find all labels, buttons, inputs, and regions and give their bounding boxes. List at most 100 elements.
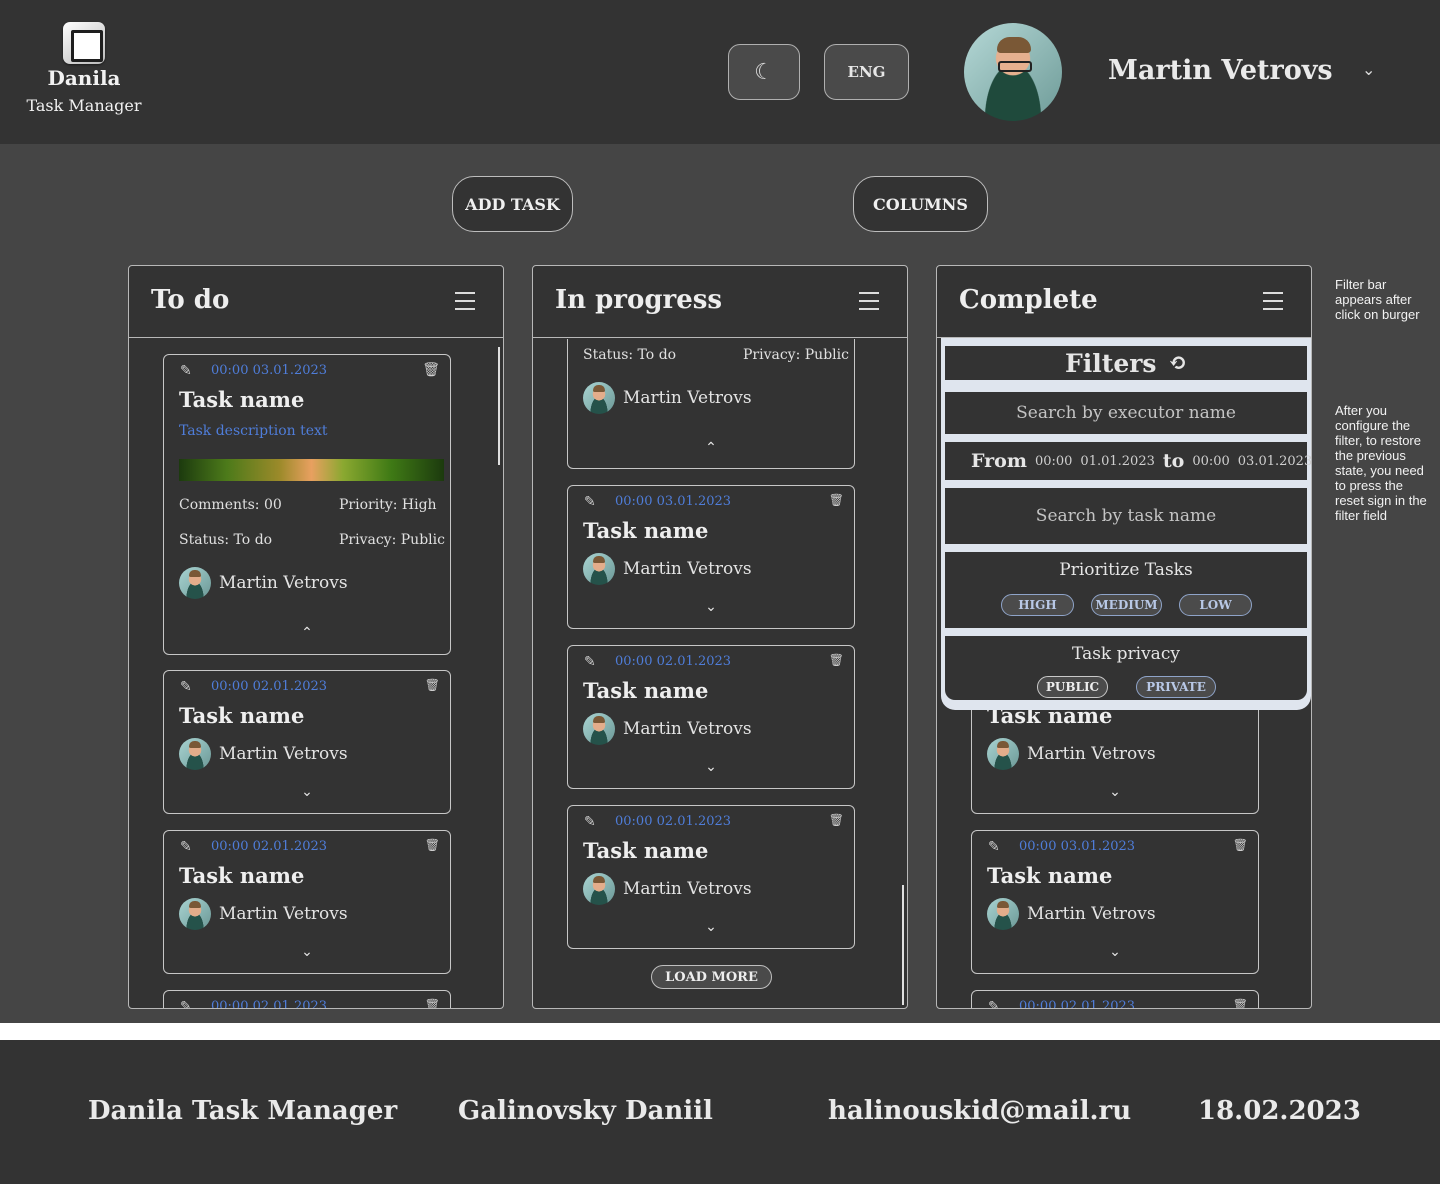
load-more-button[interactable]: LOAD MORE [651,965,772,989]
chevron-down-icon[interactable]: ⌄ [972,784,1258,800]
task-executor: Martin Vetrovs [179,738,348,770]
footer-date: 18.02.2023 [1198,1096,1361,1126]
avatar [179,738,211,770]
pencil-icon[interactable]: ✎ [584,814,596,830]
filter-title: Filters [1065,348,1157,378]
app-header: Danila Task Manager ☾ ENG Martin Vetrovs… [0,0,1440,144]
task-card-expanded[interactable]: Status: To do Privacy: Public Martin Vet… [567,339,855,469]
task-card[interactable]: ✎ 00:00 03.01.2023 🗑 Task name Martin Ve… [971,830,1259,974]
column-title: In progress [555,285,723,315]
user-avatar[interactable] [964,23,1062,121]
task-card[interactable]: ✎ 00:00 03.01.2023 🗑 Task name Martin Ve… [567,485,855,629]
task-card[interactable]: ✎ 00:00 02.01.2023 🗑 Task name Martin Ve… [567,805,855,949]
pencil-icon[interactable]: ✎ [988,839,1000,855]
priority-high-chip[interactable]: HIGH [1001,594,1074,616]
trash-icon[interactable]: 🗑 [829,813,844,827]
reset-icon[interactable]: ⟲ [1169,350,1187,376]
pencil-icon[interactable]: ✎ [988,999,1000,1008]
pencil-icon[interactable]: ✎ [180,999,192,1008]
task-card[interactable]: ✎ 00:00 02.01.2023 🗑 Task name Martin Ve… [163,830,451,974]
task-card-partial[interactable]: ✎ 00:00 02.01.2023 🗑 [163,990,451,1008]
filter-header: Filters ⟲ [945,346,1307,380]
task-image [179,459,444,481]
chevron-up-icon[interactable]: ⌃ [568,440,854,456]
task-title: Task name [583,838,709,863]
task-date: 00:00 03.01.2023 [211,363,328,378]
privacy-public-chip[interactable]: PUBLIC [1037,676,1108,698]
trash-icon[interactable]: 🗑 [829,653,844,667]
trash-icon[interactable]: 🗑 [425,678,440,692]
chevron-down-icon[interactable]: ⌄ [568,599,854,615]
to-label: to [1162,450,1185,472]
task-executor: Martin Vetrovs [987,898,1156,930]
trash-icon[interactable]: 🗑 [829,493,844,507]
trash-icon[interactable]: 🗑 [425,838,440,852]
task-date: 00:00 03.01.2023 [1019,839,1136,854]
to-time-input[interactable]: 00:00 [1192,454,1229,469]
column-title: To do [151,285,230,315]
priority-low-chip[interactable]: LOW [1179,594,1252,616]
column-in-progress: In progress Status: To do Privacy: Publi… [532,265,908,1009]
avatar [583,382,615,414]
pencil-icon[interactable]: ✎ [584,494,596,510]
footer-email[interactable]: halinouskid@mail.ru [828,1096,1131,1126]
column-title: Complete [959,285,1098,315]
task-title: Task name [583,678,709,703]
avatar [583,553,615,585]
burger-menu-icon[interactable] [455,292,475,310]
column-body: Status: To do Privacy: Public Martin Vet… [533,339,907,1008]
chevron-down-icon[interactable]: ⌄ [1362,60,1375,79]
task-executor: Martin Vetrovs [583,553,752,585]
from-time-input[interactable]: 00:00 [1035,454,1072,469]
task-privacy: Privacy: Public [743,347,849,363]
chevron-up-icon[interactable]: ⌃ [164,625,450,641]
avatar [179,898,211,930]
executor-name: Martin Vetrovs [219,573,348,593]
pencil-icon[interactable]: ✎ [180,363,192,379]
pencil-icon[interactable]: ✎ [180,679,192,695]
pencil-icon[interactable]: ✎ [180,839,192,855]
task-card-expanded[interactable]: ✎ 00:00 03.01.2023 🗑 Task name Task desc… [163,354,451,655]
executor-name: Martin Vetrovs [219,744,348,764]
privacy-private-chip[interactable]: PRIVATE [1136,676,1216,698]
priority-medium-chip[interactable]: MEDIUM [1091,594,1162,616]
columns-button[interactable]: COLUMNS [853,176,988,232]
scrollbar[interactable] [902,885,904,1005]
avatar [583,873,615,905]
chevron-down-icon[interactable]: ⌄ [164,944,450,960]
avatar [987,738,1019,770]
pencil-icon[interactable]: ✎ [584,654,596,670]
chevron-down-icon[interactable]: ⌄ [164,784,450,800]
task-executor: Martin Vetrovs [583,713,752,745]
burger-menu-icon[interactable] [1263,292,1283,310]
column-todo: To do ✎ 00:00 03.01.2023 🗑 Task name Tas… [128,265,504,1009]
add-task-button[interactable]: ADD TASK [452,176,573,232]
chevron-down-icon[interactable]: ⌄ [972,944,1258,960]
task-executor: Martin Vetrovs [179,898,348,930]
executor-search-input[interactable]: Search by executor name [945,392,1307,434]
executor-name: Martin Vetrovs [219,904,348,924]
theme-toggle-button[interactable]: ☾ [728,44,800,100]
trash-icon[interactable]: 🗑 [422,362,440,378]
task-title: Task name [179,703,305,728]
task-date: 00:00 03.01.2023 [615,494,732,509]
task-card[interactable]: ✎ 00:00 02.01.2023 🗑 Task name Martin Ve… [163,670,451,814]
scrollbar[interactable] [498,347,500,465]
trash-icon[interactable]: 🗑 [1233,838,1248,852]
task-card-partial[interactable]: ✎ 00:00 02.01.2023 🗑 [971,990,1259,1008]
task-status: Status: To do [179,532,273,548]
language-button[interactable]: ENG [824,44,909,100]
chevron-down-icon[interactable]: ⌄ [568,759,854,775]
user-name: Martin Vetrovs [1108,55,1333,86]
executor-name: Martin Vetrovs [623,388,752,408]
trash-icon[interactable]: 🗑 [425,998,440,1008]
app-logo-icon[interactable] [63,22,105,64]
trash-icon[interactable]: 🗑 [1233,998,1248,1008]
task-card[interactable]: ✎ 00:00 02.01.2023 🗑 Task name Martin Ve… [567,645,855,789]
burger-menu-icon[interactable] [859,292,879,310]
chevron-down-icon[interactable]: ⌄ [568,919,854,935]
from-date-input[interactable]: 01.01.2023 [1080,454,1154,469]
task-name-search-input[interactable]: Search by task name [945,488,1307,544]
task-date: 00:00 02.01.2023 [615,654,732,669]
to-date-input[interactable]: 03.01.2023 [1238,454,1311,469]
